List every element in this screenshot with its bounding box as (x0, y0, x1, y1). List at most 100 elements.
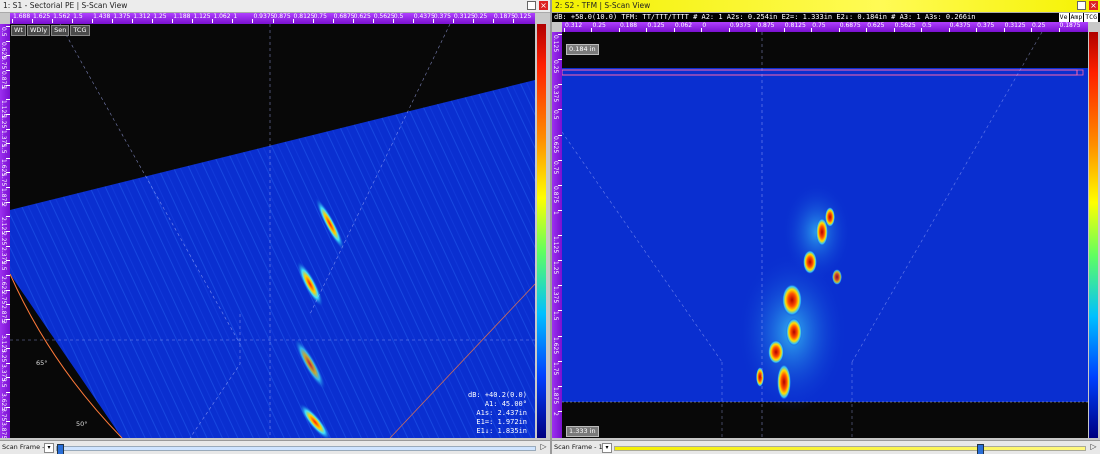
badge-wt[interactable]: Wt (11, 25, 26, 36)
left-top-ruler[interactable]: 1.688 1.625 1.562 1.5 1.438 1.375 1.312 1.25 1.1… (10, 13, 535, 24)
left-sscan-view[interactable]: Wt WDly Sen TCG 65° 50° dB: +40.2(0.0) A… (10, 24, 535, 438)
ruler-tick-label: 1.25 (153, 13, 167, 20)
ruler-tick-label: 1.625 (33, 13, 51, 20)
ruler-tick-label: 1.25 (0, 114, 7, 129)
readout-a1s: A1s: 2.437in (476, 409, 527, 417)
ruler-tick-label: 0 (702, 22, 707, 29)
ruler-tick-label: 1.875 (552, 386, 559, 404)
ruler-tick-label: 0.5 (0, 27, 7, 37)
ruler-tick-label: 0.75 (552, 160, 559, 174)
ruler-tick-label: 0.625 (552, 135, 559, 153)
left-scan-slider[interactable] (56, 444, 536, 454)
left-side-ruler[interactable]: 0.5 0.625 0.75 0.875 1 1.125 1.25 1.375 1.5 1.625… (0, 24, 10, 438)
right-color-palette[interactable] (1089, 32, 1098, 438)
right-side-ruler[interactable]: 0.125 0.25 0.375 0.5 0.625 0.75 0.875 1 1.125 1.2… (552, 32, 562, 438)
readout-db: dB: +40.2(0.0) (467, 391, 527, 399)
ruler-tick-label: 0.75 (0, 56, 7, 70)
ruler-tick-label: 3.75 (0, 407, 7, 422)
ruler-tick-label: 1.375 (552, 286, 559, 304)
ruler-tick-label: 0.5 (552, 110, 559, 120)
angle-label-65: 65° (36, 359, 48, 367)
ruler-tick-label: 1.25 (552, 261, 559, 275)
badge-tcg[interactable]: TCG (70, 25, 90, 36)
ruler-tick-label: 0.375 (552, 85, 559, 103)
right-scan-frame-bar: Scan Frame - 168 ▾ ▷ (552, 440, 1100, 454)
left-scan-frame-dropdown[interactable]: ▾ (44, 443, 54, 453)
ruler-tick-label: 0.6875 (333, 13, 355, 20)
ruler-tick-label: 0.062 (674, 22, 693, 29)
ruler-tick-label: 1 (233, 13, 238, 20)
ruler-tick-label: 1.188 (173, 13, 191, 20)
ruler-tick-label: 3.875 (0, 422, 7, 438)
sectorial-pe-window: 1: S1 - Sectorial PE | S-Scan View × 1.6… (0, 0, 550, 454)
badge-sen[interactable]: Sen (51, 25, 70, 36)
right-scan-slider[interactable] (614, 444, 1086, 454)
ruler-tick-label: 0.3125 (453, 13, 475, 20)
ruler-tick-label: 1.125 (193, 13, 211, 20)
ruler-tick-label: 1.125 (552, 236, 559, 254)
left-maximize-button[interactable] (527, 1, 536, 10)
ruler-tick-label: 0.6875 (839, 22, 861, 29)
ruler-tick-label: 0.375 (433, 13, 451, 20)
readout-a1: A1: 45.00° (484, 400, 527, 408)
ruler-tick-label: 3 (0, 319, 7, 324)
right-scan-frame-dropdown[interactable]: ▾ (602, 443, 612, 453)
left-color-palette[interactable] (537, 24, 546, 438)
right-close-button[interactable]: × (1089, 1, 1098, 10)
ruler-tick-label: 0.5 (393, 13, 404, 20)
ruler-tick-label: 0.1875 (1059, 22, 1081, 29)
ruler-tick-label: 3.25 (0, 349, 7, 363)
right-info-bar: dB: +58.0(10.0) TFM: TT/TTT/TTTT # A2: 1… (552, 13, 1100, 22)
ruler-tick-label: 0.875 (757, 22, 775, 29)
bottom-gate-label: 1.333 in (566, 426, 599, 437)
ruler-tick-label: 0.9375 (253, 13, 275, 20)
ruler-tick-label: 1.5 (73, 13, 83, 20)
ruler-tick-label: 0.125 (513, 13, 532, 20)
ruler-tick-label: 1.562 (53, 13, 71, 20)
ruler-tick-label: 2.5 (0, 261, 7, 271)
ruler-tick-label: 0.25 (473, 13, 488, 20)
ruler-tick-label: 0.75 (313, 13, 327, 20)
ruler-tick-label: 0.8125 (784, 22, 806, 29)
ruler-tick-label: 0.125 (552, 35, 559, 53)
badge-amp[interactable]: Amp (1069, 13, 1084, 22)
ruler-tick-label: 1.375 (113, 13, 131, 20)
ruler-tick-label: 0.4375 (949, 22, 971, 29)
ruler-tick-label: 0.5625 (373, 13, 395, 20)
badge-ve[interactable]: Ve (1058, 13, 1069, 22)
right-play-icon[interactable]: ▷ (1089, 442, 1098, 451)
right-top-ruler[interactable]: 0.312 0.25 0.188 0.125 0.062 0 0.9375 0.875 0.81… (562, 22, 1088, 32)
tfm-window: 2: S2 - TFM | S-Scan View × dB: +58.0(10… (550, 0, 1100, 454)
left-scan-frame-bar: Scan Frame - 1 ▾ ▷ (0, 440, 550, 454)
ruler-tick-label: 0.125 (647, 22, 665, 29)
ruler-tick-label: 1.625 (552, 336, 559, 354)
ruler-tick-label: 1.75 (552, 361, 559, 375)
readout-e1: E1↓: 1.835in (476, 427, 527, 435)
badge-wdly[interactable]: WDly (26, 25, 51, 36)
ruler-tick-label: 2 (552, 411, 559, 416)
right-tfm-view[interactable]: 0.184 in 1.333 in (562, 32, 1088, 438)
ruler-tick-label: 0.625 (867, 22, 885, 29)
left-window-title: 1: S1 - Sectorial PE | S-Scan View (0, 0, 550, 13)
left-scan-slider-thumb[interactable] (57, 444, 64, 454)
right-scan-slider-thumb[interactable] (976, 444, 984, 454)
ruler-tick-label: 2.25 (0, 232, 7, 246)
ruler-tick-label: 1 (0, 85, 7, 90)
ruler-tick-label: 3.5 (0, 378, 7, 388)
ruler-tick-label: 0.375 (977, 22, 995, 29)
left-close-button[interactable]: × (539, 1, 548, 10)
right-info-text: dB: +58.0(10.0) TFM: TT/TTT/TTTT # A2: 1… (554, 13, 976, 21)
left-overlay-badges: Wt WDly Sen TCG (11, 25, 90, 36)
badge-tcg-right[interactable]: TCG (1084, 13, 1098, 22)
angle-label-50: 50° (76, 420, 88, 428)
right-maximize-button[interactable] (1077, 1, 1086, 10)
ruler-tick-label: 2.75 (0, 290, 7, 304)
ruler-tick-label: 2 (0, 202, 7, 207)
readout-e1eq: E1=: 1.972in (476, 418, 527, 426)
ruler-tick-label: 1.438 (93, 13, 111, 20)
right-tfm-image[interactable] (562, 32, 1088, 438)
left-sscan-image[interactable] (10, 24, 535, 438)
ruler-tick-label: 0.875 (273, 13, 291, 20)
ruler-tick-label: 0.4375 (413, 13, 435, 20)
left-play-icon[interactable]: ▷ (539, 442, 548, 451)
